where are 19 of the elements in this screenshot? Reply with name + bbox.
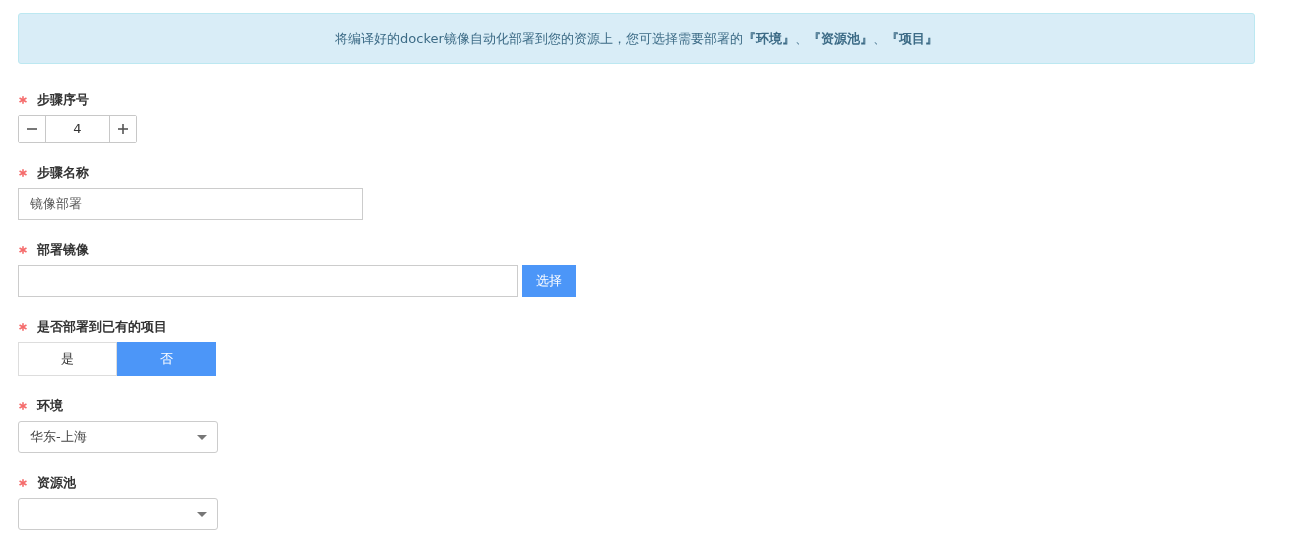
increment-button[interactable] <box>109 116 136 142</box>
field-label: 步骤名称 <box>37 164 89 182</box>
field-label: 部署镜像 <box>37 241 89 259</box>
dropdown-field[interactable]: 华东-上海 <box>18 421 218 453</box>
caret-down-icon <box>197 511 207 517</box>
notice-text: 将编译好的docker镜像自动化部署到您的资源上，您可选择需要部署的『环境』、『资源池』、『项目』 <box>335 29 938 48</box>
field-label: 环境 <box>37 397 63 415</box>
segment-option[interactable]: 是 <box>18 342 117 376</box>
number-stepper[interactable]: 4 <box>18 115 137 143</box>
caret-down-icon <box>197 434 207 440</box>
plus-icon <box>117 123 129 135</box>
decrement-button[interactable] <box>19 116 46 142</box>
field-label: 是否部署到已有的项目 <box>37 318 167 336</box>
number-value: 4 <box>72 120 83 138</box>
field-label: 资源池 <box>37 474 76 492</box>
dropdown-field[interactable] <box>18 498 218 530</box>
image-field[interactable] <box>18 265 518 297</box>
field-label: 步骤序号 <box>37 91 89 109</box>
text-field[interactable]: 镜像部署 <box>18 188 363 220</box>
